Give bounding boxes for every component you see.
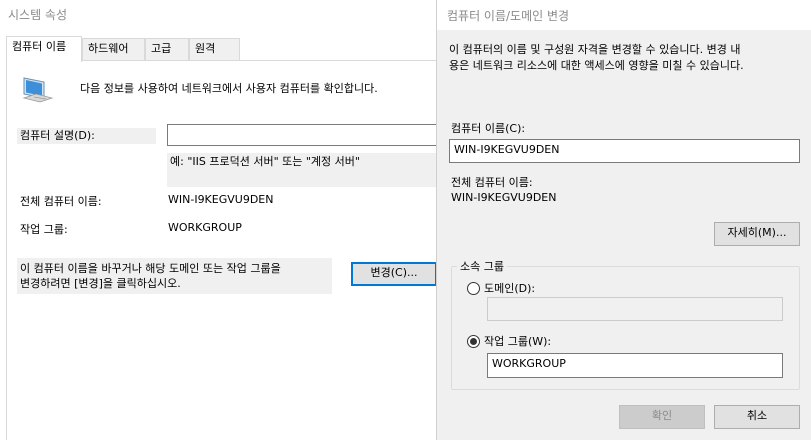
tab-panel [6,60,446,440]
computer-name-input[interactable]: WIN-I9KEGVU9DEN [449,139,800,163]
computer-name-dialog: 컴퓨터 이름/도메인 변경 이 컴퓨터의 이름 및 구성원 자격을 변경할 수 … [436,0,811,440]
computer-monitor-icon [20,76,54,106]
full-computer-name-value: WIN-I9KEGVU9DEN [451,191,557,204]
more-button[interactable]: 자세히(M)... [714,222,800,246]
workgroup-input[interactable]: WORKGROUP [487,353,783,378]
domain-radio[interactable] [467,282,480,295]
system-properties-window: 시스템 속성 컴퓨터 이름 하드웨어 고급 원격 다음 정보를 사용하여 네트워… [0,0,447,440]
tab-computer-name[interactable]: 컴퓨터 이름 [6,36,82,62]
tab-remote[interactable]: 원격 [189,38,240,60]
dialog-intro: 이 컴퓨터의 이름 및 구성원 자격을 변경할 수 있습니다. 변경 내 용은 … [449,42,744,74]
computer-description-label: 컴퓨터 설명(D): [17,128,156,144]
computer-description-input[interactable] [167,124,447,146]
workgroup-value: WORKGROUP [168,221,242,234]
full-computer-name-label: 전체 컴퓨터 이름: [20,195,102,208]
tab-advanced[interactable]: 고급 [145,38,189,60]
domain-input[interactable] [487,297,783,321]
rename-hint-line2: 변경하려면 [변경]을 클릭하십시오. [20,277,181,290]
dialog-title: 컴퓨터 이름/도메인 변경 [447,9,570,23]
workgroup-label: 작업 그룹: [20,223,68,236]
change-button[interactable]: 변경(C)... [351,262,437,286]
computer-name-label: 컴퓨터 이름(C): [451,122,526,135]
dialog-intro-line2: 용은 네트워크 리소스에 대한 액세스에 영향을 미칠 수 있습니다. [449,59,744,72]
cancel-button[interactable]: 취소 [714,405,800,429]
window-title: 시스템 속성 [8,8,68,22]
workgroup-radio-label[interactable]: 작업 그룹(W): [484,333,551,349]
ok-button[interactable]: 확인 [619,405,705,429]
tab-hardware[interactable]: 하드웨어 [82,38,145,60]
workgroup-radio[interactable] [467,335,480,348]
full-computer-name-value: WIN-I9KEGVU9DEN [168,193,274,206]
member-of-label: 소속 그룹 [457,258,507,274]
full-computer-name-label: 전체 컴퓨터 이름: [451,176,533,189]
rename-hint: 이 컴퓨터 이름을 바꾸거나 해당 도메인 또는 작업 그룹을 변경하려면 [변… [17,258,332,294]
rename-hint-line1: 이 컴퓨터 이름을 바꾸거나 해당 도메인 또는 작업 그룹을 [20,262,281,275]
dialog-intro-line1: 이 컴퓨터의 이름 및 구성원 자격을 변경할 수 있습니다. 변경 내 [449,43,741,56]
domain-radio-label[interactable]: 도메인(D): [484,280,535,296]
example-text: 예: "IIS 프로덕션 서버" 또는 "계정 서버" [167,153,442,187]
intro-text: 다음 정보를 사용하여 네트워크에서 사용자 컴퓨터를 확인합니다. [80,82,378,95]
